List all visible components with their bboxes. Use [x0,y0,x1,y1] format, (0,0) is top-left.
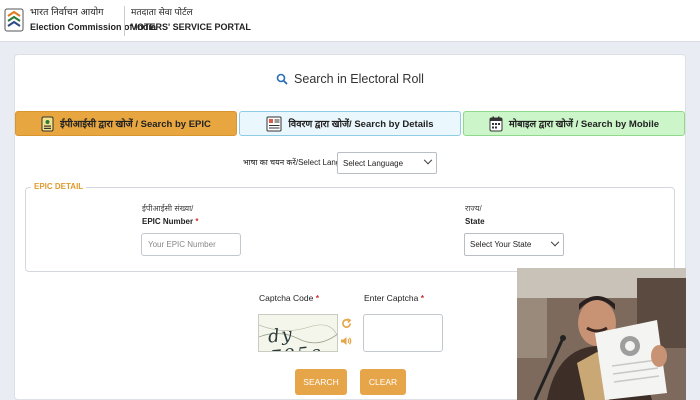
tab-label: विवरण द्वारा खोजें/ Search by Details [288,119,434,130]
portal-title-hindi: मतदाता सेवा पोर्टल [131,7,193,17]
state-select-value: Select Your State [470,240,532,249]
site-header: भारत निर्वाचन आयोग Election Commission o… [0,0,700,42]
language-select[interactable]: Select Language [337,152,437,174]
search-icon [276,73,288,85]
state-select[interactable]: Select Your State [464,233,564,256]
portal-title: मतदाता सेवा पोर्टल VOTERS' SERVICE PORTA… [131,5,251,35]
state-label-hindi: राज्य/ [465,204,482,213]
eci-logo-icon [4,8,24,32]
refresh-icon[interactable] [341,318,352,329]
tab-label: ईपीआईसी द्वारा खोजें / Search by EPIC [60,119,211,130]
captcha-code-label-text: Captcha Code [259,293,314,303]
page-title: Search in Electoral Roll [0,72,700,86]
epic-number-input[interactable]: Your EPIC Number [141,233,241,256]
epic-number-placeholder: Your EPIC Number [148,240,216,249]
portal-title-english: VOTERS' SERVICE PORTAL [131,22,251,32]
epic-detail-legend: EPIC DETAIL [31,182,87,191]
state-label: State [465,217,485,226]
chevron-down-icon [423,155,433,165]
page-title-text: Search in Electoral Roll [294,72,424,86]
epic-number-label-text: EPIC Number [142,217,194,226]
captcha-code-label: Captcha Code * [259,293,319,303]
mobile-calendar-icon [489,116,503,131]
epic-detail-fieldset [25,187,675,272]
required-mark: * [315,293,320,303]
clear-button[interactable]: CLEAR [360,369,406,395]
tab-label: मोबाइल द्वारा खोजें / Search by Mobile [508,119,659,130]
search-button[interactable]: SEARCH [295,369,347,395]
tab-search-by-epic[interactable]: ईपीआईसी द्वारा खोजें / Search by EPIC [15,111,237,136]
epic-number-label: EPIC Number * [142,217,198,226]
details-form-icon [266,116,282,131]
header-divider [124,6,125,36]
epic-card-icon [41,116,54,131]
captcha-image: dy 795e [258,314,338,352]
chevron-down-icon [550,237,560,246]
enter-captcha-label-text: Enter Captcha [364,293,419,303]
tab-search-by-mobile[interactable]: मोबाइल द्वारा खोजें / Search by Mobile [463,111,685,136]
speaker-photo [517,268,686,400]
captcha-input[interactable] [363,314,443,352]
enter-captcha-label: Enter Captcha * [364,293,424,303]
required-mark: * [195,217,199,226]
audio-icon[interactable] [340,335,352,347]
required-mark: * [420,293,425,303]
tab-search-by-details[interactable]: विवरण द्वारा खोजें/ Search by Details [239,111,461,136]
language-select-value: Select Language [343,158,404,168]
epic-number-label-hindi: ईपीआईसी संख्या/ [142,204,194,213]
